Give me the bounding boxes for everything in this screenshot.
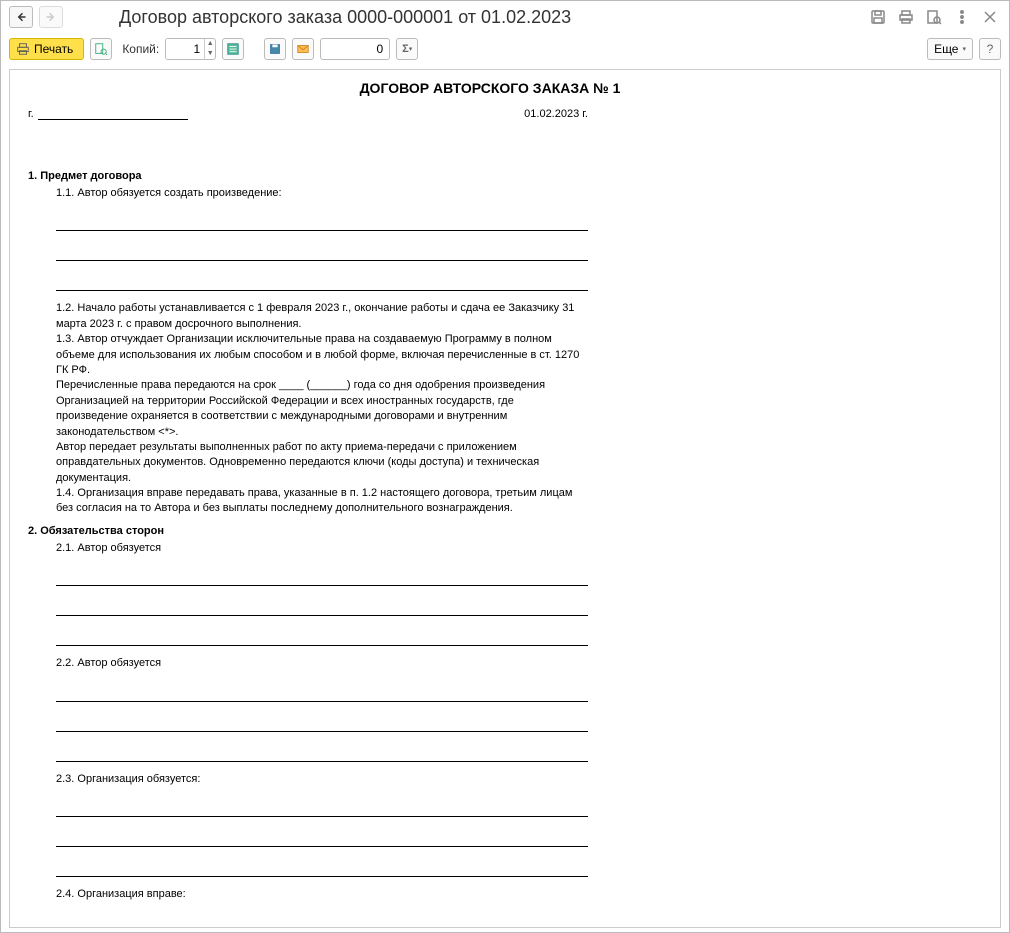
doc-title: ДОГОВОР АВТОРСКОГО ЗАКАЗА № 1 [28, 80, 952, 96]
blank-line [56, 602, 588, 616]
blank-line [56, 918, 588, 927]
p1-3c: Автор передает результаты выполненных ра… [56, 440, 588, 486]
p1-1: 1.1. Автор обязуется создать произведени… [56, 186, 588, 201]
blank-line [56, 688, 588, 702]
blank-line [56, 718, 588, 732]
print-preview-button[interactable] [90, 38, 112, 60]
p2-3: 2.3. Организация обязуется: [56, 772, 588, 787]
p1-4: 1.4. Организация вправе передавать права… [56, 486, 588, 517]
section-1-heading: 1. Предмет договора [28, 170, 952, 182]
blank-line [56, 833, 588, 847]
section-2-heading: 2. Обязательства сторон [28, 525, 952, 537]
more-button-label: Еще [934, 42, 958, 56]
blank-line [56, 247, 588, 261]
document-scroll[interactable]: ДОГОВОР АВТОРСКОГО ЗАКАЗА № 1 г. 01.02.2… [10, 70, 1000, 927]
p1-2: 1.2. Начало работы устанавливается с 1 ф… [56, 301, 588, 332]
titlebar: Договор авторского заказа 0000-000001 от… [1, 1, 1009, 33]
window-title: Договор авторского заказа 0000-000001 от… [119, 7, 571, 28]
city-field: г. [28, 108, 188, 120]
template-button[interactable] [222, 38, 244, 60]
number-input[interactable] [320, 38, 390, 60]
document-viewport: ДОГОВОР АВТОРСКОГО ЗАКАЗА № 1 г. 01.02.2… [9, 69, 1001, 928]
print-button[interactable]: Печать [9, 38, 84, 60]
copies-down[interactable]: ▼ [205, 49, 215, 59]
blank-line [56, 217, 588, 231]
preview-icon[interactable] [923, 6, 945, 28]
p2-2: 2.2. Автор обязуется [56, 656, 588, 671]
blank-line [56, 572, 588, 586]
help-button[interactable]: ? [979, 38, 1001, 60]
doc-date: 01.02.2023 г. [524, 108, 588, 120]
nav-forward-button[interactable] [39, 6, 63, 28]
print-button-label: Печать [34, 42, 73, 56]
close-icon[interactable] [979, 6, 1001, 28]
blank-line [56, 748, 588, 762]
email-button[interactable] [292, 38, 314, 60]
more-vertical-icon[interactable] [951, 6, 973, 28]
save-file-button[interactable] [264, 38, 286, 60]
app-window: Договор авторского заказа 0000-000001 от… [0, 0, 1010, 933]
copies-spinner[interactable]: ▲ ▼ [165, 38, 216, 60]
toolbar: Печать Копий: ▲ ▼ Σ▾ Еще [1, 33, 1009, 65]
nav-back-button[interactable] [9, 6, 33, 28]
sum-button[interactable]: Σ▾ [396, 38, 418, 60]
blank-line [56, 277, 588, 291]
more-button[interactable]: Еще ▾ [927, 38, 973, 60]
save-icon[interactable] [867, 6, 889, 28]
document-page: ДОГОВОР АВТОРСКОГО ЗАКАЗА № 1 г. 01.02.2… [10, 70, 970, 927]
blank-line [56, 632, 588, 646]
p1-3b: Перечисленные права передаются на срок _… [56, 378, 588, 440]
copies-up[interactable]: ▲ [205, 39, 215, 49]
blank-line [56, 803, 588, 817]
copies-input[interactable] [166, 39, 204, 59]
print-icon[interactable] [895, 6, 917, 28]
blank-line [56, 863, 588, 877]
copies-label: Копий: [122, 42, 159, 56]
help-button-label: ? [987, 42, 994, 56]
p2-1: 2.1. Автор обязуется [56, 541, 588, 556]
p2-4: 2.4. Организация вправе: [56, 887, 588, 902]
p1-3a: 1.3. Автор отчуждает Организации исключи… [56, 332, 588, 378]
